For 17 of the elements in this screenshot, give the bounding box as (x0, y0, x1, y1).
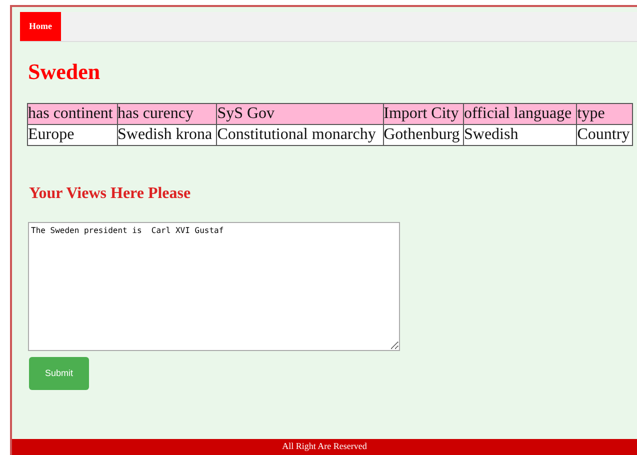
submit-button[interactable]: Submit (29, 357, 89, 390)
column-header: official language (464, 104, 577, 124)
nav-link[interactable]: Home (20, 12, 61, 41)
page-title: Sweden (28, 58, 100, 86)
table-cell: Country (576, 124, 632, 146)
section-heading: Your Views Here Please (29, 184, 191, 204)
table-cell: Europe (28, 124, 117, 146)
table-cell: Swedish krona (117, 124, 217, 146)
footer-text: All Right Are Reserved (282, 440, 367, 454)
column-header: SyS Gov (216, 104, 384, 124)
table-cell: Gothenburg (383, 124, 464, 146)
comment-field[interactable]: The Sweden president is Carl XVI Gustaf (28, 222, 400, 351)
column-header: Import City (383, 104, 464, 124)
column-header: type (576, 104, 632, 124)
table-cell: Swedish (464, 124, 577, 146)
column-header: has continent (28, 104, 117, 124)
table-cell: Constitutional monarchy (216, 124, 384, 146)
